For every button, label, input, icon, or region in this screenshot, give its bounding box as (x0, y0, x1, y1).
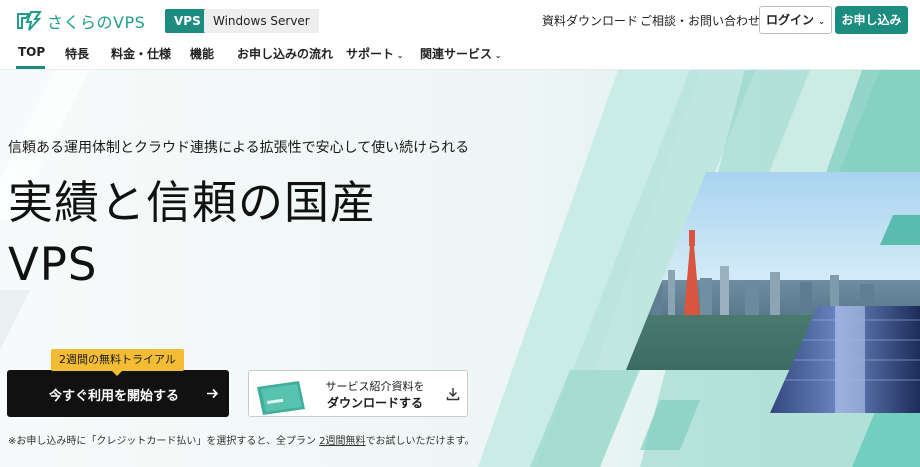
nav-support-label: サポート (346, 47, 395, 61)
apply-button[interactable]: お申し込み (835, 6, 908, 34)
trial-badge: 2週間の無料トライアル (51, 349, 184, 376)
chevron-down-icon: ⌄ (818, 17, 825, 26)
nav-functions[interactable]: 機能 (190, 45, 214, 62)
nav-related-label: 関連サービス (420, 47, 493, 61)
note-prefix: ※お申し込み時に「クレジットカード払い」を選択すると、全プラン (8, 436, 320, 447)
trial-note: ※お申し込み時に「クレジットカード払い」を選択すると、全プラン 2週間無料でお試… (8, 432, 475, 447)
hero-headline-line2: VPS (8, 238, 98, 291)
hero-subtagline: 信頼ある運用体制とクラウド連携による拡張性で安心して使い続けられる (8, 140, 470, 156)
download-line1: サービス紹介資料を (325, 380, 425, 393)
download-brochure-button[interactable]: サービス紹介資料を ダウンロードする (248, 370, 468, 417)
nav-features[interactable]: 特長 (65, 45, 89, 62)
header-divider (0, 69, 920, 70)
sakura-logo-icon (17, 11, 42, 31)
brand-logo[interactable]: さくらのVPS (16, 9, 145, 33)
download-icon (446, 388, 460, 401)
arrow-right-icon (207, 388, 219, 399)
download-link[interactable]: 資料ダウンロード (542, 12, 638, 29)
logo-text: さくらのVPS (47, 13, 146, 32)
hero-headline-line1: 実績と信頼の国産 (8, 176, 377, 229)
tag-windows-server[interactable]: Windows Server (204, 9, 319, 33)
nav-top[interactable]: TOP (18, 45, 45, 59)
chevron-down-icon: ⌄ (492, 51, 502, 60)
download-brochure-label: サービス紹介資料を ダウンロードする (311, 379, 439, 411)
nav-pricing[interactable]: 料金・仕様 (111, 45, 171, 62)
start-now-label: 今すぐ利用を開始する (49, 389, 180, 404)
login-label: ログイン (766, 13, 815, 27)
contact-link[interactable]: ご相談・お問い合わせ (640, 12, 760, 29)
start-now-button[interactable]: 今すぐ利用を開始する (7, 370, 229, 417)
note-suffix: でお試しいただけます。 (365, 436, 475, 447)
hero-headline: 実績と信頼の国産 VPS (8, 172, 376, 296)
nav-related[interactable]: 関連サービス ⌄ (420, 45, 502, 62)
login-button[interactable]: ログイン ⌄ (759, 6, 832, 34)
download-line2: ダウンロードする (326, 396, 423, 410)
nav-flow[interactable]: お申し込みの流れ (237, 45, 333, 62)
chevron-down-icon: ⌄ (394, 51, 404, 60)
site-header: さくらのVPS VPS Windows Server 資料ダウンロード ご相談・… (0, 0, 920, 70)
hero-section: 信頼ある運用体制とクラウド連携による拡張性で安心して使い続けられる 実績と信頼の… (0, 70, 920, 467)
brochure-thumbnail-icon (257, 381, 305, 415)
note-trial-link[interactable]: 2週間無料 (319, 436, 365, 447)
nav-support[interactable]: サポート ⌄ (346, 45, 404, 62)
